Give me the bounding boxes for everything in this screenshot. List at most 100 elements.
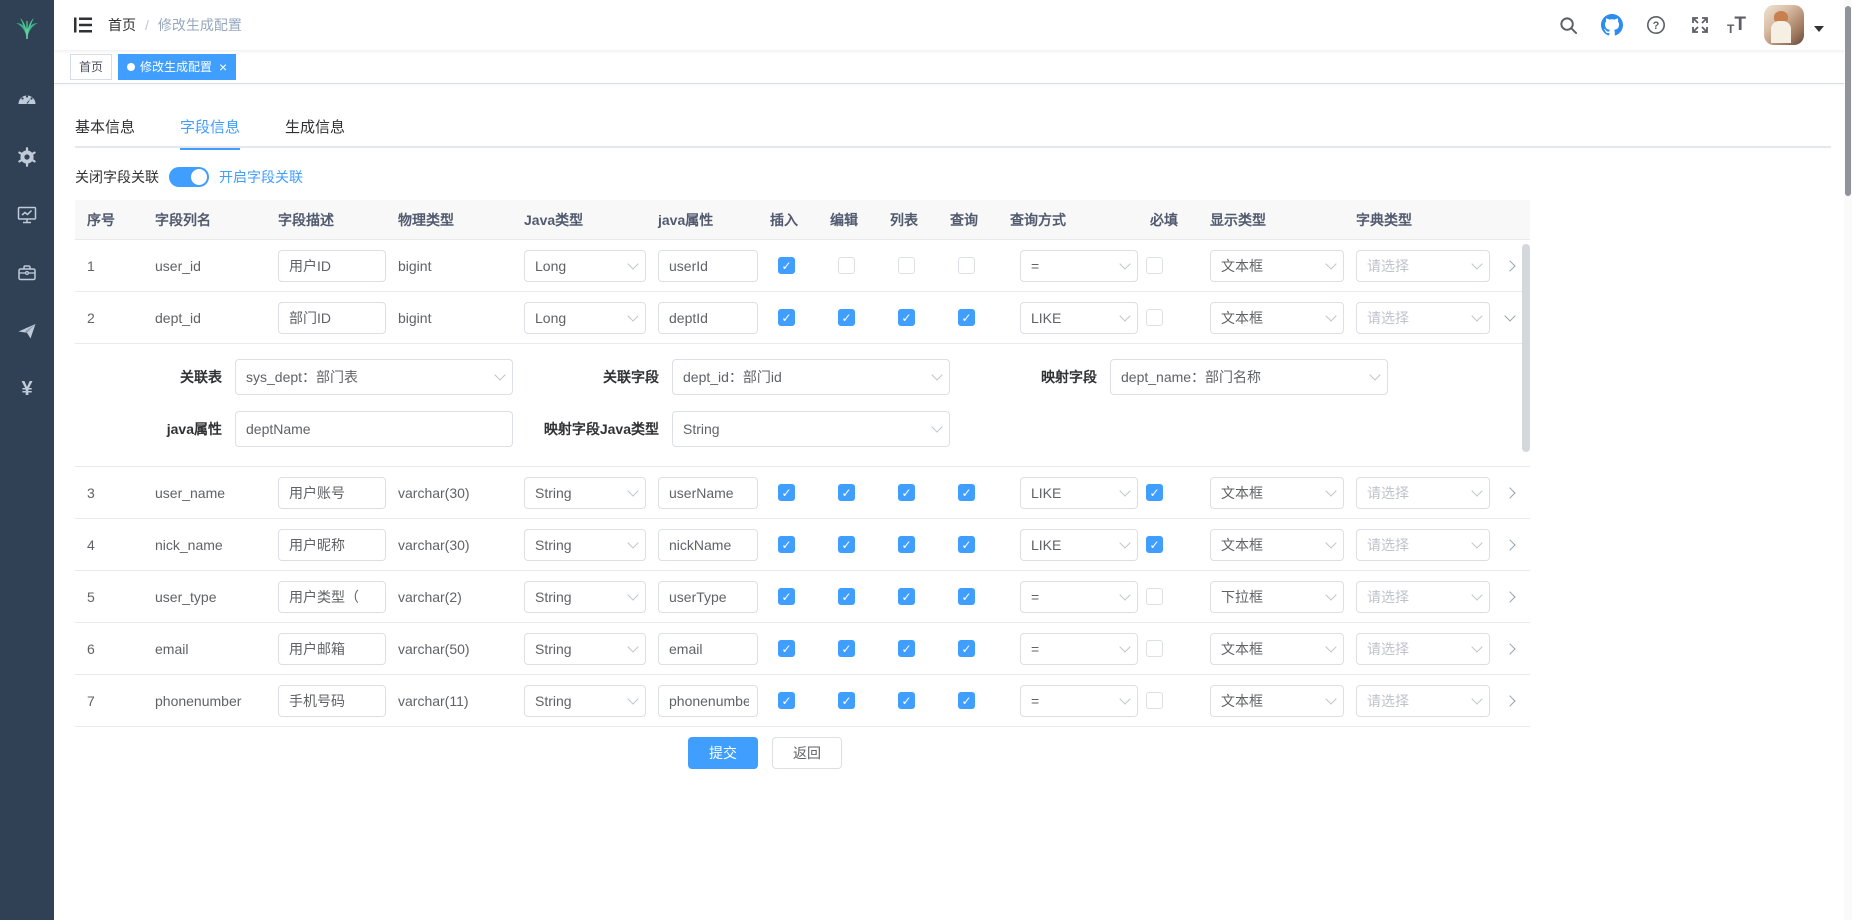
dict-type-select[interactable]: 请选择	[1356, 685, 1490, 717]
required-checkbox[interactable]	[1146, 536, 1163, 553]
html-type-select[interactable]: 文本框	[1210, 250, 1344, 282]
mapping-column-select[interactable]: dept_name：部门名称	[1110, 359, 1388, 395]
field-relation-switch[interactable]	[169, 167, 209, 187]
row-expand-icon[interactable]	[1500, 483, 1520, 503]
html-type-select[interactable]: 文本框	[1210, 302, 1344, 334]
row-expand-icon[interactable]	[1500, 308, 1520, 328]
app-logo[interactable]	[0, 0, 54, 56]
tag-close-icon[interactable]: ×	[219, 60, 227, 74]
dict-type-select[interactable]: 请选择	[1356, 477, 1490, 509]
required-checkbox[interactable]	[1146, 692, 1163, 709]
html-type-select[interactable]: 文本框	[1210, 633, 1344, 665]
list-checkbox[interactable]	[898, 484, 915, 501]
query-type-select[interactable]: =	[1020, 250, 1138, 282]
query-type-select[interactable]: =	[1020, 633, 1138, 665]
sidebar-item-system[interactable]	[0, 128, 54, 186]
html-type-select[interactable]: 文本框	[1210, 477, 1344, 509]
insert-checkbox[interactable]	[778, 692, 795, 709]
java-field-input[interactable]: userType	[658, 581, 758, 613]
column-comment-input[interactable]: 用户ID	[278, 250, 386, 282]
java-type-select[interactable]: String	[524, 685, 646, 717]
edit-checkbox[interactable]	[838, 484, 855, 501]
help-button[interactable]: ?	[1639, 8, 1673, 42]
dict-type-select[interactable]: 请选择	[1356, 302, 1490, 334]
html-type-select[interactable]: 文本框	[1210, 529, 1344, 561]
column-comment-input[interactable]: 用户账号	[278, 477, 386, 509]
list-checkbox[interactable]	[898, 588, 915, 605]
edit-checkbox[interactable]	[838, 536, 855, 553]
java-field-input[interactable]: userName	[658, 477, 758, 509]
list-checkbox[interactable]	[898, 692, 915, 709]
required-checkbox[interactable]	[1146, 309, 1163, 326]
query-type-select[interactable]: =	[1020, 581, 1138, 613]
insert-checkbox[interactable]	[778, 484, 795, 501]
query-type-select[interactable]: LIKE	[1020, 302, 1138, 334]
required-checkbox[interactable]	[1146, 257, 1163, 274]
required-checkbox[interactable]	[1146, 484, 1163, 501]
edit-checkbox[interactable]	[838, 640, 855, 657]
sidebar-fold-icon[interactable]	[72, 14, 94, 36]
github-link[interactable]	[1595, 8, 1629, 42]
html-type-select[interactable]: 下拉框	[1210, 581, 1344, 613]
insert-checkbox[interactable]	[778, 588, 795, 605]
java-type-select[interactable]: Long	[524, 302, 646, 334]
html-type-select[interactable]: 文本框	[1210, 685, 1344, 717]
list-checkbox[interactable]	[898, 309, 915, 326]
relation-column-select[interactable]: dept_id：部门id	[672, 359, 950, 395]
insert-checkbox[interactable]	[778, 640, 795, 657]
java-field-input[interactable]: userId	[658, 250, 758, 282]
row-expand-icon[interactable]	[1500, 256, 1520, 276]
user-menu[interactable]	[1764, 5, 1838, 45]
java-field-input[interactable]: nickName	[658, 529, 758, 561]
page-scrollbar-thumb[interactable]	[1845, 6, 1851, 196]
java-type-select[interactable]: Long	[524, 250, 646, 282]
insert-checkbox[interactable]	[778, 309, 795, 326]
edit-checkbox[interactable]	[838, 309, 855, 326]
java-type-select[interactable]: String	[524, 581, 646, 613]
query-checkbox[interactable]	[958, 692, 975, 709]
java-field-input[interactable]: phonenumber	[658, 685, 758, 717]
table-scrollbar[interactable]	[1522, 244, 1530, 452]
required-checkbox[interactable]	[1146, 588, 1163, 605]
row-expand-icon[interactable]	[1500, 587, 1520, 607]
query-checkbox[interactable]	[958, 640, 975, 657]
required-checkbox[interactable]	[1146, 640, 1163, 657]
query-type-select[interactable]: LIKE	[1020, 529, 1138, 561]
sidebar-item-monitor[interactable]	[0, 186, 54, 244]
font-size-button[interactable]: TT	[1727, 14, 1746, 36]
query-checkbox[interactable]	[958, 588, 975, 605]
tag-home[interactable]: 首页	[70, 54, 112, 80]
exp-java-field-input[interactable]: deptName	[235, 411, 513, 447]
column-comment-input[interactable]: 用户邮箱	[278, 633, 386, 665]
sidebar-item-guide[interactable]	[0, 302, 54, 360]
query-checkbox[interactable]	[958, 536, 975, 553]
breadcrumb-home[interactable]: 首页	[108, 15, 136, 35]
tab-basic-info[interactable]: 基本信息	[75, 104, 135, 148]
tag-current-page[interactable]: 修改生成配置 ×	[118, 54, 236, 80]
fullscreen-button[interactable]	[1683, 8, 1717, 42]
relation-table-select[interactable]: sys_dept：部门表	[235, 359, 513, 395]
java-type-select[interactable]: String	[524, 477, 646, 509]
row-expand-icon[interactable]	[1500, 535, 1520, 555]
edit-checkbox[interactable]	[838, 257, 855, 274]
sidebar-item-dashboard[interactable]	[0, 70, 54, 128]
column-comment-input[interactable]: 用户昵称	[278, 529, 386, 561]
column-comment-input[interactable]: 部门ID	[278, 302, 386, 334]
java-field-input[interactable]: deptId	[658, 302, 758, 334]
java-field-input[interactable]: email	[658, 633, 758, 665]
search-button[interactable]	[1551, 8, 1585, 42]
edit-checkbox[interactable]	[838, 588, 855, 605]
back-button[interactable]: 返回	[772, 737, 842, 769]
sidebar-item-pay[interactable]: ¥	[0, 360, 54, 418]
submit-button[interactable]: 提交	[688, 737, 758, 769]
tab-generate-info[interactable]: 生成信息	[285, 104, 345, 148]
mapping-java-type-select[interactable]: String	[672, 411, 950, 447]
tab-field-info[interactable]: 字段信息	[180, 104, 240, 148]
insert-checkbox[interactable]	[778, 536, 795, 553]
query-checkbox[interactable]	[958, 257, 975, 274]
query-checkbox[interactable]	[958, 484, 975, 501]
list-checkbox[interactable]	[898, 536, 915, 553]
query-type-select[interactable]: =	[1020, 685, 1138, 717]
insert-checkbox[interactable]	[778, 257, 795, 274]
java-type-select[interactable]: String	[524, 633, 646, 665]
